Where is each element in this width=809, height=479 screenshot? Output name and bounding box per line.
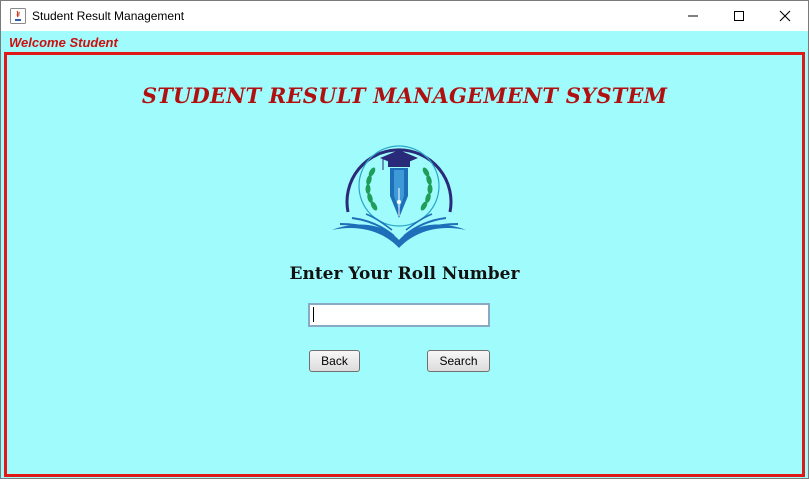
roll-number-label: Enter Your Roll Number [289, 264, 520, 284]
java-app-icon [10, 8, 26, 24]
search-button[interactable]: Search [427, 350, 490, 372]
system-title: STUDENT RESULT MANAGEMENT SYSTEM [141, 83, 668, 108]
close-icon [779, 10, 791, 22]
close-button[interactable] [762, 1, 808, 31]
title-bar[interactable]: Student Result Management [1, 1, 808, 31]
app-window: Student Result Management Welcome Studen… [0, 0, 809, 479]
roll-number-input[interactable] [308, 303, 490, 327]
maximize-button[interactable] [716, 1, 762, 31]
text-caret [313, 307, 314, 322]
minimize-icon [688, 15, 698, 17]
graduation-pen-book-logo-icon [332, 145, 466, 248]
minimize-button[interactable] [670, 1, 716, 31]
welcome-label: Welcome Student [9, 35, 118, 50]
back-button[interactable]: Back [309, 350, 360, 372]
maximize-icon [734, 11, 744, 21]
window-title: Student Result Management [32, 9, 185, 23]
